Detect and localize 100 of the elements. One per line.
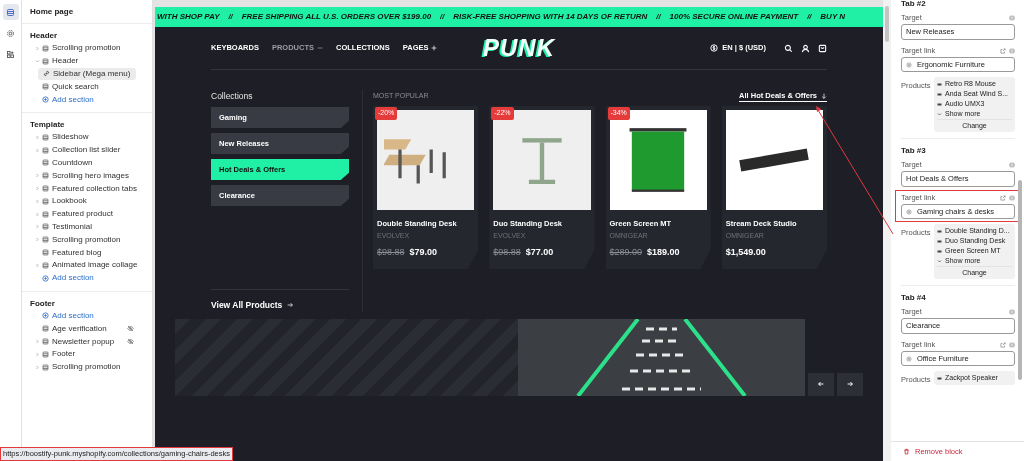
- scrollbar-thumb[interactable]: [1018, 180, 1022, 380]
- product-price: $77.00: [525, 245, 554, 259]
- chevron-icon: [35, 364, 40, 370]
- announcement-text: 100% SECURE ONLINE PAYMENT: [669, 11, 799, 23]
- section-icon: [42, 172, 49, 180]
- section-item[interactable]: Collection list slider: [26, 143, 148, 157]
- section-icon: [42, 261, 49, 269]
- announcement-text: RISK-FREE SHOPPING WITH 14 DAYS OF RETURN: [453, 11, 648, 23]
- section-icon: [42, 146, 49, 154]
- section-item[interactable]: Featured product: [26, 207, 148, 221]
- previous-button[interactable]: [808, 372, 834, 396]
- view-all-link[interactable]: View All Products: [211, 299, 349, 312]
- compare-price: $289.00: [609, 245, 643, 259]
- section-icon: [42, 44, 49, 52]
- block-heading: Tab #2: [901, 0, 927, 10]
- section-item[interactable]: Age verification: [26, 322, 148, 336]
- section-icon: [42, 83, 49, 91]
- arrow-right-icon: [287, 302, 294, 309]
- layout-icon: [6, 7, 15, 17]
- product-price: $79.00: [409, 245, 438, 259]
- section-heading: Collections: [211, 90, 254, 102]
- chevron-icon: [35, 147, 40, 153]
- section-icon: [42, 210, 49, 218]
- chevron-icon: [35, 262, 40, 268]
- add-section-button[interactable]: Add section: [26, 309, 148, 323]
- panel-title: Home page: [22, 0, 152, 24]
- layout-button[interactable]: [2, 4, 19, 20]
- collection-icon: [906, 355, 912, 362]
- section-icon: [42, 249, 49, 257]
- add-section-button[interactable]: Add section: [26, 93, 148, 106]
- currency-icon: [710, 44, 719, 52]
- section-item[interactable]: Featured blog: [26, 246, 148, 259]
- group-heading: Template: [29, 119, 66, 131]
- next-button[interactable]: [837, 372, 863, 396]
- bag-icon: [818, 43, 827, 53]
- settings-icon: [6, 28, 15, 38]
- block-heading: Tab #4: [901, 292, 927, 304]
- section-item[interactable]: Lookbook: [26, 194, 148, 208]
- database-icon: [1009, 15, 1015, 21]
- section-item[interactable]: Header: [26, 54, 148, 68]
- section-item[interactable]: Newsletter popup: [26, 335, 148, 348]
- section-icon: [42, 236, 49, 244]
- database-icon: [1009, 195, 1015, 201]
- add-section-button[interactable]: Add section: [26, 271, 148, 285]
- chevron-icon: [937, 111, 942, 117]
- section-icon: [42, 338, 49, 346]
- section-icon: [42, 185, 49, 193]
- announcement-text: FREE SHIPPING ALL U.S. ORDERS OVER $199.00: [241, 11, 432, 23]
- section-icon: [42, 57, 49, 65]
- section-item[interactable]: Countdown: [26, 156, 148, 170]
- section-item[interactable]: Animated image collage: [26, 258, 148, 272]
- arrow-down-icon: [821, 92, 827, 99]
- section-item[interactable]: Scrolling promotion: [26, 233, 148, 247]
- section-icon: [42, 325, 49, 333]
- add-icon: [42, 96, 49, 104]
- section-item[interactable]: Scrolling promotion: [26, 360, 148, 374]
- database-icon: [1009, 309, 1015, 315]
- trash-icon: [903, 448, 910, 455]
- minus-icon: [317, 45, 324, 51]
- plus-icon: [431, 45, 438, 51]
- section-icon: [42, 350, 49, 358]
- announcement-text: WITH SHOP PAY: [157, 11, 220, 23]
- hidden-icon: [127, 338, 134, 346]
- section-item[interactable]: Scrolling hero images: [26, 169, 148, 183]
- product-drawing: [519, 136, 564, 184]
- section-icon: [42, 159, 49, 167]
- database-icon: [1009, 342, 1015, 348]
- section-item[interactable]: Slideshow: [26, 131, 148, 144]
- chevron-icon: [35, 58, 40, 64]
- section-item[interactable]: Quick search: [26, 80, 148, 94]
- chevron-icon: [35, 134, 40, 140]
- apps-icon: [6, 49, 15, 59]
- arrow-right-icon: [846, 380, 854, 389]
- group-heading: Header: [29, 30, 59, 42]
- section-item[interactable]: Sidebar (Mega menu): [38, 67, 136, 81]
- product-thumbnail: [937, 375, 942, 381]
- announcement-text: BUY N: [820, 11, 846, 23]
- section-item[interactable]: Footer: [26, 347, 148, 361]
- search-icon: [784, 43, 793, 53]
- section-item[interactable]: Scrolling promotion: [26, 42, 148, 55]
- external-link-icon: [1000, 342, 1006, 348]
- section-item[interactable]: Featured collection tabs: [26, 182, 148, 195]
- section-icon: [42, 223, 49, 231]
- hidden-icon: [127, 325, 134, 333]
- compare-price: $98.88: [377, 245, 405, 259]
- section-item[interactable]: Testimonial: [26, 220, 148, 234]
- arrow-left-icon: [817, 380, 825, 389]
- user-icon: [801, 43, 810, 53]
- compare-price: $98.88: [493, 245, 521, 259]
- scrollbar-thumb[interactable]: [885, 6, 889, 42]
- chevron-icon: [35, 173, 40, 179]
- chevron-icon: [35, 211, 40, 217]
- link-icon: [43, 70, 50, 78]
- store-logo[interactable]: PUNK: [461, 36, 577, 60]
- collection-icon: [906, 61, 912, 68]
- add-icon: [42, 312, 49, 320]
- product-price: $1,549.00: [725, 245, 766, 259]
- chevron-icon: [35, 45, 40, 51]
- database-icon: [1009, 162, 1015, 168]
- section-icon: [42, 197, 49, 205]
